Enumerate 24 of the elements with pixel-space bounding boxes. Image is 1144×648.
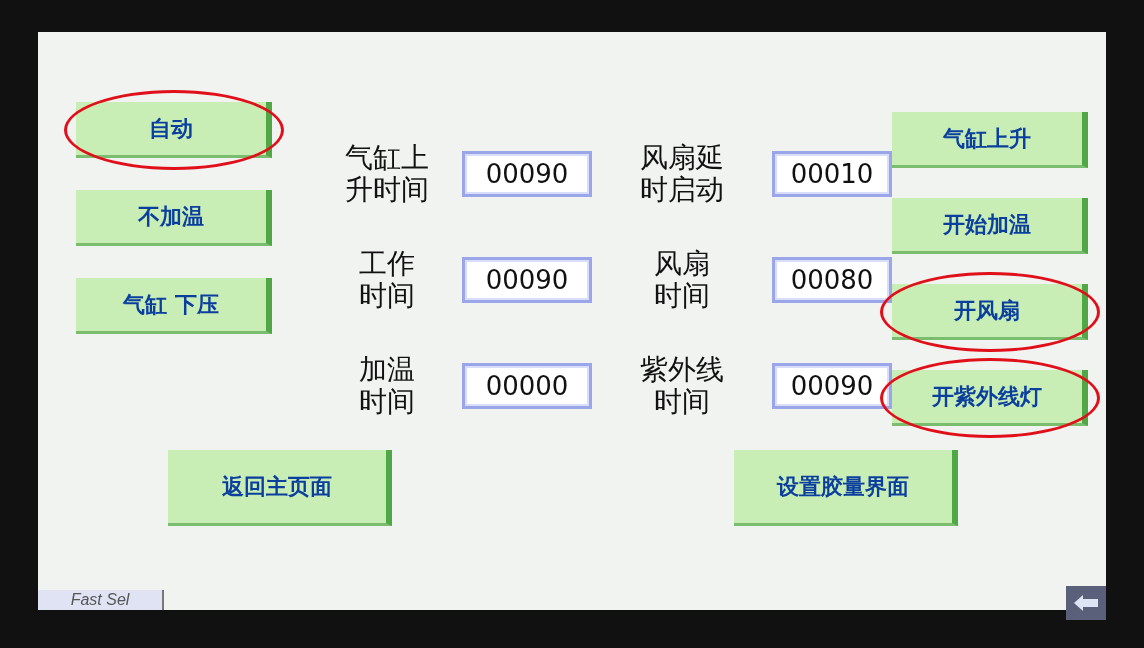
field-label: 风扇时间: [654, 248, 710, 312]
command-button[interactable]: 设置胶量界面: [734, 450, 958, 526]
value-field[interactable]: 00080: [772, 257, 892, 303]
command-button[interactable]: 返回主页面: [168, 450, 392, 526]
field-label: 加温时间: [359, 354, 415, 418]
field-label: 工作时间: [359, 248, 415, 312]
command-button[interactable]: 自动: [76, 102, 272, 158]
back-arrow-button[interactable]: [1066, 586, 1106, 620]
command-button[interactable]: 气缸 下压: [76, 278, 272, 334]
command-button[interactable]: 不加温: [76, 190, 272, 246]
command-button[interactable]: 开风扇: [892, 284, 1088, 340]
command-button[interactable]: 开始加温: [892, 198, 1088, 254]
value-field[interactable]: 00000: [462, 363, 592, 409]
fast-sel-tab[interactable]: Fast Sel: [38, 590, 164, 610]
field-label: 紫外线时间: [640, 354, 724, 418]
field-label: 风扇延时启动: [640, 142, 724, 206]
field-label: 气缸上升时间: [345, 142, 429, 206]
command-button[interactable]: 开紫外线灯: [892, 370, 1088, 426]
command-button[interactable]: 气缸上升: [892, 112, 1088, 168]
value-field[interactable]: 00090: [772, 363, 892, 409]
left-arrow-icon: [1074, 595, 1098, 611]
value-field[interactable]: 00090: [462, 151, 592, 197]
value-field[interactable]: 00090: [462, 257, 592, 303]
value-field[interactable]: 00010: [772, 151, 892, 197]
